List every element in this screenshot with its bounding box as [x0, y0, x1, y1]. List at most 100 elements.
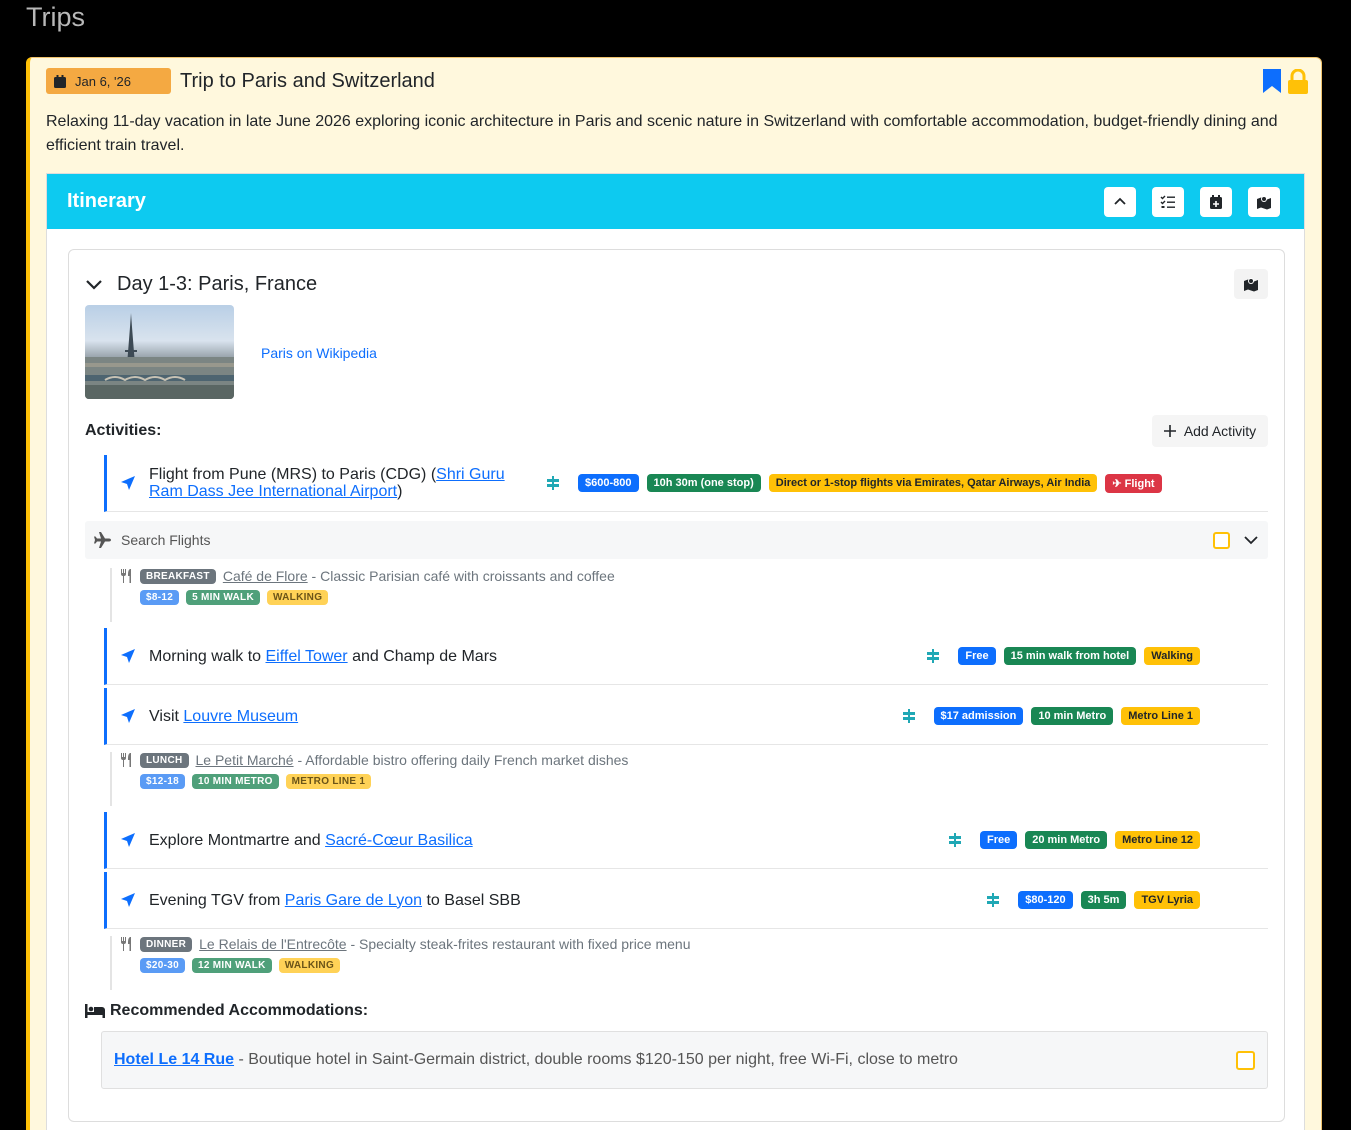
signpost-icon	[987, 893, 1000, 907]
accommodation-checkbox[interactable]	[1236, 1050, 1255, 1070]
map-icon	[1257, 195, 1271, 209]
trip-date: Jan 6, '26	[75, 73, 131, 89]
meal-transport-badge: WALKING	[266, 590, 329, 605]
transport-badge: Direct or 1-stop flights via Emirates, Q…	[768, 474, 1098, 492]
day-title: Day 1-3: Paris, France	[117, 272, 318, 295]
plus-icon	[1163, 425, 1176, 437]
meal-description: - Affordable bistro offering daily Frenc…	[293, 752, 629, 768]
meal-cost-badge: $12-18	[140, 774, 185, 789]
bookmark-icon[interactable]	[1263, 69, 1281, 93]
navigation-arrow-icon	[121, 476, 135, 490]
meal-distance-badge: 12 MIN WALK	[191, 958, 272, 973]
trip-description: Relaxing 11-day vacation in late June 20…	[46, 113, 1278, 154]
navigation-arrow-icon	[121, 709, 135, 723]
day-map-button[interactable]	[1234, 269, 1268, 299]
city-image	[85, 305, 234, 399]
fork-knife-icon	[121, 569, 131, 583]
map-icon	[1244, 278, 1258, 292]
navigation-arrow-icon	[121, 649, 135, 663]
activity-link[interactable]: Eiffel Tower	[266, 648, 348, 665]
chevron-up-icon	[1114, 197, 1126, 205]
activity-text: Visit Louvre Museum	[149, 708, 298, 725]
checklist-icon	[1160, 195, 1175, 208]
cost-badge: $17 admission	[933, 707, 1024, 725]
meal-row: LUNCH Le Petit Marché - Affordable bistr…	[110, 752, 1268, 806]
activity-link[interactable]: Sacré-Cœur Basilica	[325, 832, 473, 849]
meal-description: - Specialty steak-frites restaurant with…	[346, 936, 691, 952]
accommodations-heading: Recommended Accommodations:	[85, 1002, 368, 1020]
activity-row[interactable]: Explore Montmartre and Sacré-Cœur Basili…	[104, 812, 1268, 869]
cost-badge: $80-120	[1018, 891, 1073, 909]
chevron-down-icon[interactable]	[1244, 533, 1258, 547]
duration-badge: 15 min walk from hotel	[1003, 647, 1137, 665]
collapse-button[interactable]	[1104, 186, 1136, 217]
activity-link[interactable]: Paris Gare de Lyon	[285, 892, 422, 909]
trip-card: Jan 6, '26 Trip to Paris and Switzerland…	[26, 57, 1322, 1130]
cost-badge: Free	[979, 831, 1018, 849]
transport-badge: Metro Line 1	[1121, 707, 1200, 725]
calendar-button[interactable]	[1200, 186, 1232, 217]
search-flights-bar[interactable]: Search Flights	[85, 521, 1268, 559]
lock-icon[interactable]	[1287, 68, 1309, 94]
activity-text: Flight from Pune (MRS) to Paris (CDG) (S…	[149, 466, 524, 500]
bed-icon	[85, 1004, 105, 1018]
map-button[interactable]	[1248, 186, 1280, 217]
activity-text-pre: Flight from Pune (MRS) to Paris (CDG) (	[149, 466, 437, 483]
meal-link[interactable]: Café de Flore	[223, 568, 308, 584]
meal-cost-badge: $8-12	[140, 590, 180, 605]
activity-text: Evening TGV from Paris Gare de Lyon to B…	[149, 892, 521, 909]
signpost-icon	[547, 476, 559, 490]
flight-badge-label: Flight	[1124, 477, 1155, 490]
signpost-icon	[948, 833, 961, 847]
add-activity-label: Add Activity	[1183, 423, 1257, 439]
activity-text: Explore Montmartre and Sacré-Cœur Basili…	[149, 832, 473, 849]
transport-badge: Metro Line 12	[1115, 831, 1200, 849]
duration-badge: 3h 5m	[1080, 891, 1127, 909]
itinerary-title: Itinerary	[67, 190, 146, 212]
cost-badge: Free	[958, 647, 996, 665]
add-activity-button[interactable]: Add Activity	[1152, 415, 1268, 447]
meal-row: BREAKFAST Café de Flore - Classic Parisi…	[110, 568, 1268, 622]
activity-text-pre: Explore Montmartre and	[149, 831, 326, 849]
meal-transport-badge: WALKING	[278, 958, 341, 973]
search-flights-checkbox[interactable]	[1213, 531, 1230, 549]
chevron-down-icon[interactable]	[85, 275, 103, 293]
navigation-arrow-icon	[121, 893, 135, 907]
activity-text-pre: Evening TGV from	[149, 891, 285, 909]
day-header: Day 1-3: Paris, France	[85, 269, 1268, 299]
activity-text-pre: Visit	[149, 707, 184, 725]
activity-text: Morning walk to Eiffel Tower and Champ d…	[149, 648, 497, 665]
meal-link[interactable]: Le Petit Marché	[196, 752, 294, 768]
meal-type-badge: LUNCH	[140, 752, 189, 768]
calendar-plus-icon	[1210, 194, 1222, 209]
page-title: Trips	[26, 2, 85, 32]
wiki-link[interactable]: Paris on Wikipedia	[261, 345, 377, 361]
meal-distance-badge: 10 MIN METRO	[191, 774, 279, 789]
hotel-description: - Boutique hotel in Saint-Germain distri…	[234, 1051, 958, 1068]
activity-text-post: )	[397, 483, 403, 500]
activity-text-pre: Morning walk to	[149, 647, 266, 665]
activity-row[interactable]: Visit Louvre Museum $17 admission 10 min…	[104, 688, 1268, 745]
meal-cost-badge: $20-30	[140, 958, 185, 973]
activity-row[interactable]: Evening TGV from Paris Gare de Lyon to B…	[104, 872, 1268, 929]
meal-link[interactable]: Le Relais de l'Entrecôte	[199, 936, 346, 952]
hotel-link[interactable]: Hotel Le 14 Rue	[114, 1051, 234, 1068]
date-badge: Jan 6, '26	[46, 68, 171, 94]
accommodation-item: Hotel Le 14 Rue - Boutique hotel in Sain…	[101, 1031, 1268, 1089]
activity-link[interactable]: Louvre Museum	[183, 708, 298, 725]
day-card: Day 1-3: Paris, France Paris on Wikipedi…	[68, 249, 1285, 1122]
activity-row[interactable]: Morning walk to Eiffel Tower and Champ d…	[104, 628, 1268, 685]
transport-badge: Walking	[1144, 647, 1200, 665]
cost-badge: $600-800	[578, 474, 639, 492]
meal-distance-badge: 5 MIN WALK	[186, 590, 260, 605]
fork-knife-icon	[121, 753, 131, 767]
flight-badge: ✈ Flight	[1105, 473, 1162, 493]
activity-row[interactable]: Flight from Pune (MRS) to Paris (CDG) (S…	[104, 455, 1268, 512]
itinerary-header: Itinerary	[47, 174, 1304, 229]
meal-type-badge: BREAKFAST	[140, 568, 216, 584]
checklist-button[interactable]	[1152, 186, 1184, 217]
fork-knife-icon	[121, 937, 131, 951]
trip-header: Jan 6, '26 Trip to Paris and Switzerland	[46, 66, 1309, 96]
duration-badge: 20 min Metro	[1025, 831, 1108, 849]
duration-badge: 10 min Metro	[1031, 707, 1114, 725]
